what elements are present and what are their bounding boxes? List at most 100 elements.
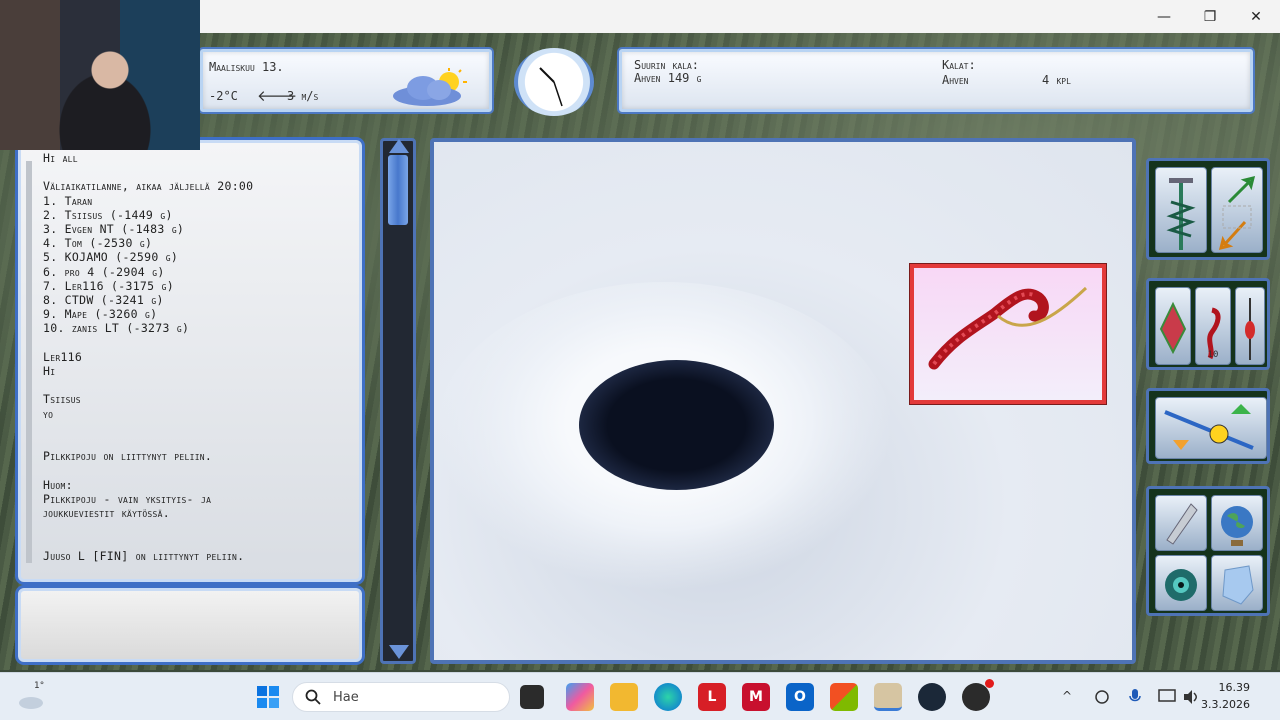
ice-drill-button[interactable] bbox=[1155, 167, 1207, 253]
scroll-down-icon[interactable] bbox=[389, 645, 409, 659]
game-icon[interactable] bbox=[874, 683, 902, 711]
chat-scrollbar[interactable] bbox=[26, 161, 32, 563]
chat-message: 4. Tom (-2530 g) bbox=[43, 236, 153, 251]
chat-message: 2. Tsiisus (-1449 g) bbox=[43, 207, 173, 222]
chat-message: 3. Evgen NT (-1483 g) bbox=[43, 222, 185, 236]
chat-input[interactable] bbox=[18, 588, 362, 662]
copilot-icon[interactable] bbox=[566, 683, 594, 711]
chat-message: joukkueviestit käytössä. bbox=[43, 506, 171, 520]
lure-slot-2[interactable]: 10 bbox=[1195, 287, 1231, 365]
chat-message: Pilkkipoju on liittynyt peliin. bbox=[43, 449, 213, 464]
chat-message: 7. Ler116 (-3175 g) bbox=[43, 278, 174, 293]
lure-slot-1[interactable] bbox=[1155, 287, 1191, 365]
chat-message: 9. Mape (-3260 g) bbox=[43, 307, 158, 322]
chat-message: 10. zanis LT (-3273 g) bbox=[43, 321, 190, 336]
worm-lure-icon bbox=[928, 286, 1088, 370]
drill-tool-group bbox=[1146, 158, 1270, 260]
date-label: Maaliskuu 13. bbox=[209, 60, 284, 74]
sonar-button[interactable] bbox=[1155, 555, 1207, 611]
lure-count-label: 10 bbox=[1207, 350, 1219, 360]
catches-label: Kalat: bbox=[942, 58, 976, 72]
jig-lure-icon bbox=[1159, 301, 1187, 355]
ice-view[interactable] bbox=[430, 138, 1136, 664]
partly-cloudy-icon bbox=[393, 68, 467, 106]
mcafee-icon[interactable]: M bbox=[742, 683, 770, 711]
cloud-icon bbox=[19, 697, 43, 709]
depth-scrollbar[interactable] bbox=[380, 138, 416, 664]
speaker-icon[interactable] bbox=[1182, 689, 1200, 705]
search-placeholder: Hae bbox=[333, 690, 359, 705]
chat-message: Hi bbox=[43, 364, 56, 378]
search-icon bbox=[305, 689, 321, 705]
move-arrows-icon bbox=[1218, 175, 1256, 251]
steam-icon[interactable] bbox=[918, 683, 946, 711]
chat-log: Hi all Väliaikatilanne, aikaa jäljellä 20… bbox=[18, 140, 362, 582]
chat-message: Ler116 bbox=[43, 349, 83, 364]
chat-message: Tsiisus bbox=[43, 392, 81, 407]
map-button[interactable] bbox=[1211, 495, 1263, 551]
catches-species: Ahven bbox=[942, 73, 969, 87]
catches-count: 4 kpl bbox=[1042, 73, 1071, 87]
weather-temp: 1° bbox=[34, 681, 45, 691]
lastpass-icon[interactable]: L bbox=[698, 683, 726, 711]
knife-icon bbox=[1166, 503, 1198, 545]
wind-label: 3 m/s bbox=[287, 89, 319, 103]
taskview-icon[interactable] bbox=[520, 685, 544, 709]
status-panel: Maaliskuu 13. -2°C 🡐 3 m/s bbox=[200, 49, 492, 112]
explorer-icon[interactable] bbox=[610, 683, 638, 711]
scroll-up-icon[interactable] bbox=[389, 139, 409, 153]
biggest-fish-label: Suurin kala: bbox=[634, 58, 700, 72]
ice-hole[interactable] bbox=[579, 360, 774, 490]
close-button[interactable]: ✕ bbox=[1233, 0, 1279, 33]
ice-chunk-button[interactable] bbox=[1211, 555, 1263, 611]
temperature-label: -2°C bbox=[209, 89, 238, 103]
search-input[interactable]: Hae bbox=[292, 682, 510, 712]
minimize-button[interactable]: — bbox=[1141, 0, 1187, 33]
float-icon bbox=[1245, 298, 1255, 360]
scroll-thumb[interactable] bbox=[388, 155, 408, 225]
store-icon[interactable] bbox=[830, 683, 858, 711]
taskbar-date[interactable]: 3.3.2026 bbox=[1201, 698, 1250, 711]
chat-message: 1. Taran bbox=[43, 193, 93, 208]
ice-chunk-icon bbox=[1222, 565, 1254, 605]
chat-message: yo bbox=[43, 406, 54, 421]
chat-message: Pilkkipoju - vain yksityis- ja bbox=[43, 491, 212, 506]
chat-message: Huom: bbox=[43, 477, 73, 492]
biggest-fish-value: Ahven 149 g bbox=[634, 71, 702, 85]
catch-panel: Suurin kala: Ahven 149 g Kalat: Ahven 4 … bbox=[619, 49, 1253, 112]
microphone-icon[interactable] bbox=[1128, 688, 1142, 706]
restore-button[interactable]: ❐ bbox=[1187, 0, 1233, 33]
selected-lure-card[interactable] bbox=[910, 264, 1106, 404]
start-icon[interactable] bbox=[254, 683, 282, 711]
taskbar: 1° Hae L M O ^ 16.39 3.3.2026 bbox=[0, 672, 1280, 720]
sonar-eye-icon bbox=[1165, 569, 1197, 601]
notification-badge bbox=[985, 679, 994, 688]
outlook-icon[interactable]: O bbox=[786, 683, 814, 711]
chat-message: Juuso L [FIN] on liittynyt peliin. bbox=[43, 548, 245, 563]
chat-message: 5. KOJAMO (-2590 g) bbox=[43, 250, 179, 265]
chatgpt-icon[interactable] bbox=[962, 679, 994, 711]
fishing-rod-button[interactable] bbox=[1155, 397, 1267, 459]
network-cloud-icon[interactable] bbox=[1094, 689, 1110, 705]
rod-tool-group bbox=[1146, 388, 1270, 464]
webcam-feed bbox=[0, 0, 200, 150]
lure-slot-3[interactable] bbox=[1235, 287, 1265, 365]
taskbar-time[interactable]: 16.39 bbox=[1219, 681, 1251, 694]
game-clock bbox=[514, 48, 594, 116]
chat-message: Hi all bbox=[43, 151, 78, 165]
knife-button[interactable] bbox=[1155, 495, 1207, 551]
lure-tool-group: 10 bbox=[1146, 278, 1270, 370]
globe-icon bbox=[1221, 506, 1253, 546]
misc-tool-group bbox=[1146, 486, 1270, 616]
clock-hands-icon bbox=[539, 67, 563, 107]
chevron-up-icon[interactable]: ^ bbox=[1062, 689, 1072, 703]
weather-widget[interactable]: 1° bbox=[18, 681, 52, 711]
chat-message: 6. pro 4 (-2904 g) bbox=[43, 264, 165, 279]
move-spot-button[interactable] bbox=[1211, 167, 1263, 253]
chat-message: 8. CTDW (-3241 g) bbox=[43, 293, 164, 307]
fishing-rod-icon bbox=[1164, 404, 1254, 450]
chat-message: Väliaikatilanne, aikaa jäljellä 20:00 bbox=[43, 179, 254, 194]
ice-drill-icon bbox=[1166, 178, 1196, 250]
display-icon[interactable] bbox=[1158, 689, 1176, 705]
edge-icon[interactable] bbox=[654, 683, 682, 711]
